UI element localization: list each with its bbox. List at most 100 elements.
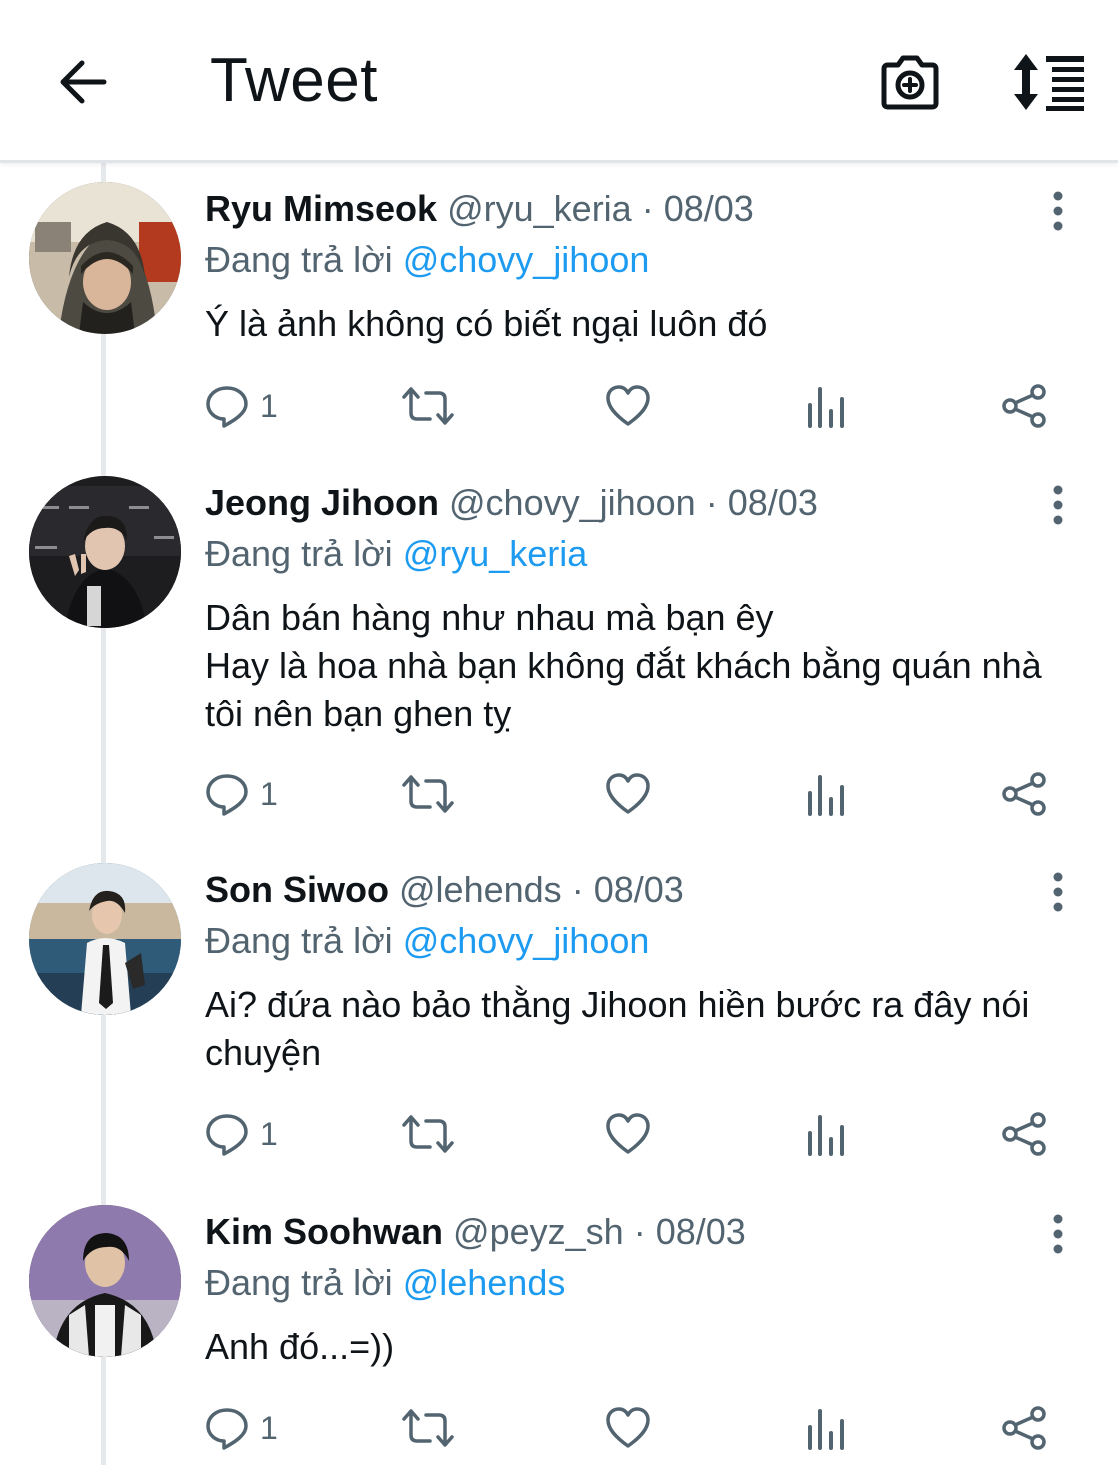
tweet-header: Son Siwoo @lehends · 08/03 bbox=[205, 865, 684, 915]
display-name[interactable]: Ryu Mimseok bbox=[205, 188, 437, 229]
heart-icon bbox=[606, 773, 650, 814]
like-button[interactable] bbox=[604, 378, 652, 434]
more-options-button[interactable] bbox=[1040, 867, 1076, 917]
top-app-bar: Tweet bbox=[0, 0, 1118, 163]
retweet-button[interactable] bbox=[400, 1400, 456, 1456]
reply-count: 1 bbox=[260, 1115, 278, 1152]
replying-prefix: Đang trả lời bbox=[205, 239, 393, 280]
share-button[interactable] bbox=[1000, 1106, 1048, 1162]
separator-dot: · bbox=[633, 1211, 646, 1252]
reply-button[interactable]: 1 bbox=[204, 1106, 278, 1162]
heart-icon bbox=[606, 1113, 650, 1154]
avatar[interactable] bbox=[29, 182, 181, 334]
analytics-icon bbox=[808, 775, 844, 816]
separator-dot: · bbox=[641, 188, 654, 229]
more-vertical-icon bbox=[1053, 191, 1063, 231]
tweet-date[interactable]: 08/03 bbox=[664, 188, 754, 229]
reply-button[interactable]: 1 bbox=[204, 1400, 278, 1456]
replying-prefix: Đang trả lời bbox=[205, 1262, 393, 1303]
like-button[interactable] bbox=[604, 1106, 652, 1162]
user-handle: @chovy_jihoon bbox=[449, 482, 696, 523]
analytics-icon bbox=[808, 1409, 844, 1450]
mention-link[interactable]: @chovy_jihoon bbox=[403, 920, 650, 961]
replying-to: Đang trả lời @lehends bbox=[205, 1258, 565, 1308]
user-handle: @lehends bbox=[399, 869, 562, 910]
share-icon bbox=[1002, 1406, 1046, 1450]
views-button[interactable] bbox=[804, 378, 848, 434]
tweet-actions: 1 bbox=[200, 1400, 1070, 1456]
avatar[interactable] bbox=[29, 1205, 181, 1357]
separator-dot: · bbox=[705, 482, 718, 523]
reply-icon bbox=[206, 774, 248, 816]
reply-button[interactable]: 1 bbox=[204, 766, 278, 822]
retweet-icon bbox=[402, 387, 454, 425]
mention-link[interactable]: @chovy_jihoon bbox=[403, 239, 650, 280]
replying-to: Đang trả lời @ryu_keria bbox=[205, 529, 587, 579]
sort-button[interactable] bbox=[1008, 50, 1092, 114]
retweet-button[interactable] bbox=[400, 766, 456, 822]
reply-button[interactable]: 1 bbox=[204, 378, 278, 434]
display-name[interactable]: Jeong Jihoon bbox=[205, 482, 439, 523]
views-button[interactable] bbox=[804, 766, 848, 822]
avatar-photo bbox=[29, 182, 181, 334]
tweet-text: Ý là ảnh không có biết ngại luôn đó bbox=[205, 303, 768, 344]
heart-icon bbox=[606, 1407, 650, 1448]
more-options-button[interactable] bbox=[1040, 480, 1076, 530]
retweet-button[interactable] bbox=[400, 378, 456, 434]
reply-icon bbox=[206, 1408, 248, 1450]
tweet-header: Jeong Jihoon @chovy_jihoon · 08/03 bbox=[205, 478, 818, 528]
mention-link[interactable]: @ryu_keria bbox=[403, 533, 588, 574]
back-button[interactable] bbox=[52, 50, 112, 114]
retweet-icon bbox=[402, 1115, 454, 1153]
sort-list-icon bbox=[1014, 54, 1084, 111]
avatar[interactable] bbox=[29, 476, 181, 628]
share-icon bbox=[1002, 384, 1046, 428]
avatar[interactable] bbox=[29, 863, 181, 1015]
mention-link[interactable]: @lehends bbox=[403, 1262, 566, 1303]
views-button[interactable] bbox=[804, 1106, 848, 1162]
replying-to: Đang trả lời @chovy_jihoon bbox=[205, 916, 649, 966]
tweet-actions: 1 bbox=[200, 378, 1070, 434]
analytics-icon bbox=[808, 387, 844, 428]
avatar-photo bbox=[29, 476, 181, 628]
replying-to: Đang trả lời @chovy_jihoon bbox=[205, 235, 649, 285]
more-vertical-icon bbox=[1053, 872, 1063, 912]
reply-count: 1 bbox=[260, 387, 278, 424]
share-icon bbox=[1002, 772, 1046, 816]
arrow-left-icon bbox=[60, 60, 107, 104]
share-icon bbox=[1002, 1112, 1046, 1156]
analytics-icon bbox=[808, 1115, 844, 1156]
views-button[interactable] bbox=[804, 1400, 848, 1456]
user-handle: @ryu_keria bbox=[447, 188, 632, 229]
tweet-header: Ryu Mimseok @ryu_keria · 08/03 bbox=[205, 184, 754, 234]
share-button[interactable] bbox=[1000, 1400, 1048, 1456]
like-button[interactable] bbox=[604, 1400, 652, 1456]
share-button[interactable] bbox=[1000, 378, 1048, 434]
user-handle: @peyz_sh bbox=[453, 1211, 624, 1252]
tweet-text: Ai? đứa nào bảo thằng Jihoon hiền bước r… bbox=[205, 984, 1030, 1073]
camera-button[interactable] bbox=[876, 50, 944, 116]
replying-prefix: Đang trả lời bbox=[205, 920, 393, 961]
tweet-date[interactable]: 08/03 bbox=[594, 869, 684, 910]
reply-icon bbox=[206, 1114, 248, 1156]
tweet-header: Kim Soohwan @peyz_sh · 08/03 bbox=[205, 1207, 746, 1257]
avatar-photo bbox=[29, 1205, 181, 1357]
like-button[interactable] bbox=[604, 766, 652, 822]
more-options-button[interactable] bbox=[1040, 186, 1076, 236]
reply-count: 1 bbox=[260, 775, 278, 812]
camera-plus-icon bbox=[881, 55, 939, 110]
tweet-actions: 1 bbox=[200, 766, 1070, 822]
display-name[interactable]: Son Siwoo bbox=[205, 869, 389, 910]
display-name[interactable]: Kim Soohwan bbox=[205, 1211, 443, 1252]
more-vertical-icon bbox=[1053, 485, 1063, 525]
retweet-button[interactable] bbox=[400, 1106, 456, 1162]
heart-icon bbox=[606, 385, 650, 426]
replying-prefix: Đang trả lời bbox=[205, 533, 393, 574]
share-button[interactable] bbox=[1000, 766, 1048, 822]
more-options-button[interactable] bbox=[1040, 1209, 1076, 1259]
tweet-text: Dân bán hàng như nhau mà bạn êy Hay là h… bbox=[205, 597, 1042, 734]
page-title: Tweet bbox=[210, 46, 378, 115]
tweet-date[interactable]: 08/03 bbox=[656, 1211, 746, 1252]
tweet-date[interactable]: 08/03 bbox=[728, 482, 818, 523]
reply-icon bbox=[206, 386, 248, 428]
